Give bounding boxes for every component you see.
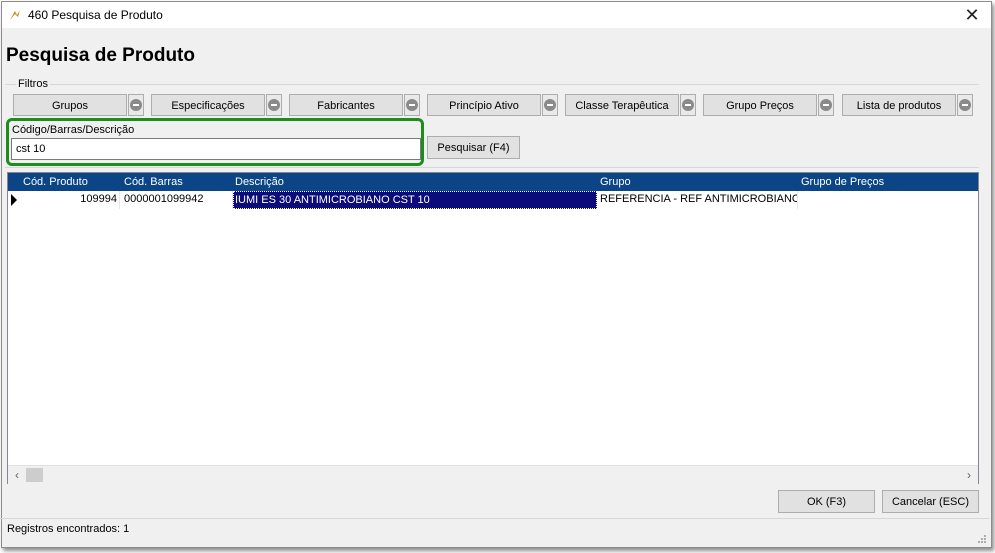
scrollbar-thumb[interactable]: [26, 468, 43, 482]
filter-especificacoes-button[interactable]: Especificações: [151, 94, 265, 116]
search-input[interactable]: [11, 138, 421, 160]
records-found-status: Registros encontrados: 1: [7, 523, 130, 535]
cell-cod-barras[interactable]: 0000001099942: [122, 191, 233, 209]
cell-grupo-precos[interactable]: [799, 191, 978, 209]
cell-descricao[interactable]: IUMI ES 30 ANTIMICROBIANO CST 10: [233, 191, 597, 209]
scroll-left-icon[interactable]: ‹: [9, 467, 25, 483]
filter-grupos-button[interactable]: Grupos: [13, 94, 127, 116]
status-bar: [0, 518, 989, 546]
clear-filter-icon[interactable]: [128, 94, 144, 116]
filter-lista-produtos-button[interactable]: Lista de produtos: [842, 94, 956, 116]
window-title: 460 Pesquisa de Produto: [28, 8, 163, 22]
filter-grupo-precos-button[interactable]: Grupo Preços: [703, 94, 817, 116]
product-results-grid: Cód. Produto Cód. Barras Descrição Grupo…: [7, 172, 979, 484]
clear-filter-icon[interactable]: [542, 94, 558, 116]
grid-header: Cód. Produto Cód. Barras Descrição Grupo…: [8, 173, 978, 191]
filter-classe-terapeutica-button[interactable]: Classe Terapêutica: [565, 94, 679, 116]
column-header-cod-produto[interactable]: Cód. Produto: [23, 176, 88, 188]
column-header-descricao[interactable]: Descrição: [235, 176, 284, 188]
clear-filter-icon[interactable]: [680, 94, 696, 116]
row-indicator-icon: [8, 191, 20, 209]
page-title: Pesquisa de Produto: [6, 45, 195, 66]
column-header-grupo[interactable]: Grupo: [600, 176, 631, 188]
table-row[interactable]: 109994 0000001099942 IUMI ES 30 ANTIMICR…: [8, 191, 978, 209]
column-header-cod-barras[interactable]: Cód. Barras: [124, 176, 183, 188]
resize-grip-icon[interactable]: [977, 534, 987, 544]
ok-button[interactable]: OK (F3): [778, 490, 875, 513]
close-icon[interactable]: ✕: [961, 4, 983, 26]
cell-grupo[interactable]: REFERENCIA - REF ANTIMICROBIANOS: [598, 191, 798, 209]
column-header-grupo-precos[interactable]: Grupo de Preços: [801, 176, 884, 188]
clear-filter-icon[interactable]: [404, 94, 420, 116]
horizontal-scrollbar[interactable]: ‹ ›: [8, 465, 978, 484]
title-bar[interactable]: 460 Pesquisa de Produto ✕: [2, 2, 991, 28]
cancel-button[interactable]: Cancelar (ESC): [882, 490, 979, 513]
clear-filter-icon[interactable]: [957, 94, 973, 116]
scroll-right-icon[interactable]: ›: [961, 467, 977, 483]
clear-filter-icon[interactable]: [818, 94, 834, 116]
filter-principio-ativo-button[interactable]: Princípio Ativo: [427, 94, 541, 116]
clear-filter-icon[interactable]: [266, 94, 282, 116]
app-logo-icon: [10, 10, 20, 20]
search-label: Código/Barras/Descrição: [12, 124, 135, 136]
cell-cod-produto[interactable]: 109994: [20, 191, 120, 209]
filter-fabricantes-button[interactable]: Fabricantes: [289, 94, 403, 116]
filters-label: Filtros: [16, 78, 50, 90]
search-button[interactable]: Pesquisar (F4): [427, 136, 520, 159]
